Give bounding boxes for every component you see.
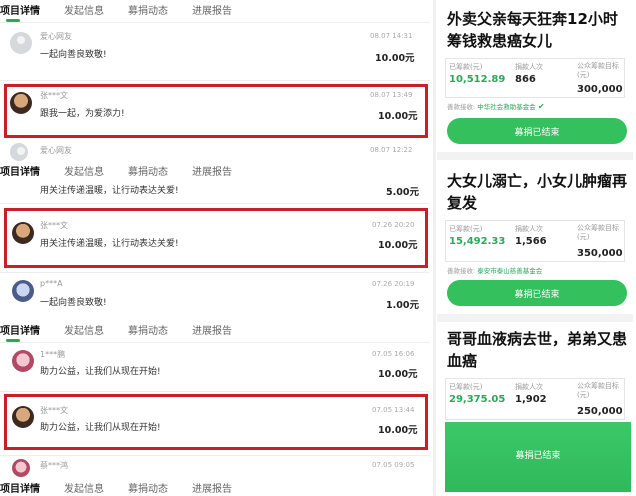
donation-date: 07.05 09:05 <box>372 461 415 469</box>
donation-amount: 10.00元 <box>378 369 418 380</box>
donor-name: 爱心网友 <box>40 146 72 155</box>
donor-count-label: 捐款人次 <box>515 63 543 71</box>
donor-count-label: 捐款人次 <box>515 383 543 391</box>
avatar <box>12 350 34 372</box>
tab-project-detail[interactable]: 项目详情 <box>0 322 40 337</box>
column-gap <box>433 0 436 496</box>
project-title: 外卖父亲每天狂奔12小时筹钱救患癌女儿 <box>447 10 618 50</box>
goal-amount: 350,000 <box>577 248 623 259</box>
donation-message: 一起向善良致敬! <box>40 298 107 308</box>
tab-progress-report[interactable]: 进展报告 <box>192 480 232 495</box>
divider <box>0 203 430 204</box>
tab-bar: 项目详情 发起信息 募捐动态 进展报告 <box>0 320 430 338</box>
donation-amount: 1.00元 <box>386 300 419 311</box>
donation-row: 蔡***鸿 07.05 09:05 <box>0 456 430 478</box>
tab-donation-feed[interactable]: 募捐动态 <box>128 163 168 178</box>
goal-amount: 250,000 <box>577 406 623 417</box>
goal-amount: 300,000 <box>577 84 623 95</box>
donation-message: 一起向善良致敬! <box>40 50 107 60</box>
divider <box>0 272 430 273</box>
divider <box>0 342 430 343</box>
tab-initiator-info[interactable]: 发起信息 <box>64 322 104 337</box>
tab-bar: 项目详情 发起信息 募捐动态 进展报告 <box>0 0 430 18</box>
divider <box>0 80 430 81</box>
donor-name: p***A <box>40 279 63 288</box>
project-title: 大女儿溺亡，小女儿肿瘤再复发 <box>447 172 628 212</box>
donation-row: p***A 07.26 20:19 一起向善良致敬! 1.00元 <box>0 275 430 315</box>
tab-initiator-info[interactable]: 发起信息 <box>64 163 104 178</box>
tab-project-detail[interactable]: 项目详情 <box>0 163 40 178</box>
goal-label: 公众筹款目标(元) <box>577 62 619 79</box>
recipient-org: 善款接收: 泰安市泰山慈善基金会 <box>447 267 543 275</box>
avatar <box>10 143 28 161</box>
donor-count: 1,902 <box>515 394 547 405</box>
highlight-box <box>4 208 428 268</box>
donor-count: 1,566 <box>515 236 547 247</box>
donation-row: 用关注传递温暖，让行动表达关爱! 5.00元 <box>0 180 430 200</box>
highlight-box <box>4 84 428 138</box>
highlight-box <box>4 394 428 450</box>
goal-label: 公众筹款目标(元) <box>577 382 619 399</box>
donation-ended-button[interactable]: 募捐已结束 <box>445 448 631 461</box>
donor-count: 866 <box>515 74 536 85</box>
donation-ended-button[interactable]: 募捐已结束 <box>447 280 627 306</box>
card-divider <box>437 314 633 322</box>
raised-label: 已筹款(元) <box>449 225 483 233</box>
raised-amount: 10,512.89 <box>449 74 506 85</box>
avatar <box>12 280 34 302</box>
donation-message: 助力公益，让我们从现在开始! <box>40 367 161 377</box>
verified-icon: ✔ <box>537 102 545 111</box>
donation-date: 07.26 20:19 <box>372 280 415 288</box>
tab-bar: 项目详情 发起信息 募捐动态 进展报告 <box>0 478 430 496</box>
donation-message: 用关注传递温暖，让行动表达关爱! <box>40 186 179 196</box>
goal-label: 公众筹款目标(元) <box>577 224 619 241</box>
donation-date: 08.07 14:31 <box>370 32 413 40</box>
donor-name: 爱心网友 <box>40 32 72 41</box>
donor-name: 1***鹏 <box>40 350 66 359</box>
avatar <box>10 32 32 54</box>
donation-amount: 5.00元 <box>386 187 419 198</box>
tab-bar: 项目详情 发起信息 募捐动态 进展报告 <box>0 161 430 179</box>
tab-progress-report[interactable]: 进展报告 <box>192 322 232 337</box>
divider <box>0 391 430 392</box>
tab-initiator-info[interactable]: 发起信息 <box>64 480 104 495</box>
donor-count-label: 捐款人次 <box>515 225 543 233</box>
donation-row: 1***鹏 07.05 16:06 助力公益，让我们从现在开始! 10.00元 <box>0 345 430 385</box>
avatar <box>12 459 30 477</box>
donation-date: 07.05 16:06 <box>372 350 415 358</box>
donation-date: 08.07 12:22 <box>370 146 413 154</box>
tab-project-detail[interactable]: 项目详情 <box>0 480 40 495</box>
project-card[interactable]: 大女儿溺亡，小女儿肿瘤再复发 已筹款(元) 15,492.33 捐款人次 1,5… <box>437 162 633 312</box>
raised-label: 已筹款(元) <box>449 383 483 391</box>
raised-amount: 29,375.05 <box>449 394 506 405</box>
raised-amount: 15,492.33 <box>449 236 506 247</box>
project-card[interactable]: 哥哥血液病去世，弟弟又患血癌 已筹款(元) 29,375.05 捐款人次 1,9… <box>437 322 633 496</box>
donor-name: 蔡***鸿 <box>40 461 68 470</box>
tab-project-detail[interactable]: 项目详情 <box>0 2 40 17</box>
donation-row: 爱心网友 08.07 12:22 <box>0 141 430 161</box>
ended-panel[interactable]: 募捐已结束 <box>445 422 631 492</box>
recipient-org: 善款接收: 中华社会救助基金会 ✔ <box>447 102 545 111</box>
project-title: 哥哥血液病去世，弟弟又患血癌 <box>447 330 628 370</box>
donation-amount: 10.00元 <box>375 53 415 64</box>
raised-label: 已筹款(元) <box>449 63 483 71</box>
tab-donation-feed[interactable]: 募捐动态 <box>128 480 168 495</box>
donation-ended-button[interactable]: 募捐已结束 <box>447 118 627 144</box>
donation-row: 爱心网友 08.07 14:31 一起向善良致敬! 10.00元 <box>0 27 430 67</box>
tab-donation-feed[interactable]: 募捐动态 <box>128 2 168 17</box>
tab-donation-feed[interactable]: 募捐动态 <box>128 322 168 337</box>
project-card[interactable]: 外卖父亲每天狂奔12小时筹钱救患癌女儿 已筹款(元) 10,512.89 捐款人… <box>437 0 633 150</box>
tab-initiator-info[interactable]: 发起信息 <box>64 2 104 17</box>
card-divider <box>437 152 633 160</box>
tab-progress-report[interactable]: 进展报告 <box>192 2 232 17</box>
tab-progress-report[interactable]: 进展报告 <box>192 163 232 178</box>
divider <box>0 22 430 23</box>
